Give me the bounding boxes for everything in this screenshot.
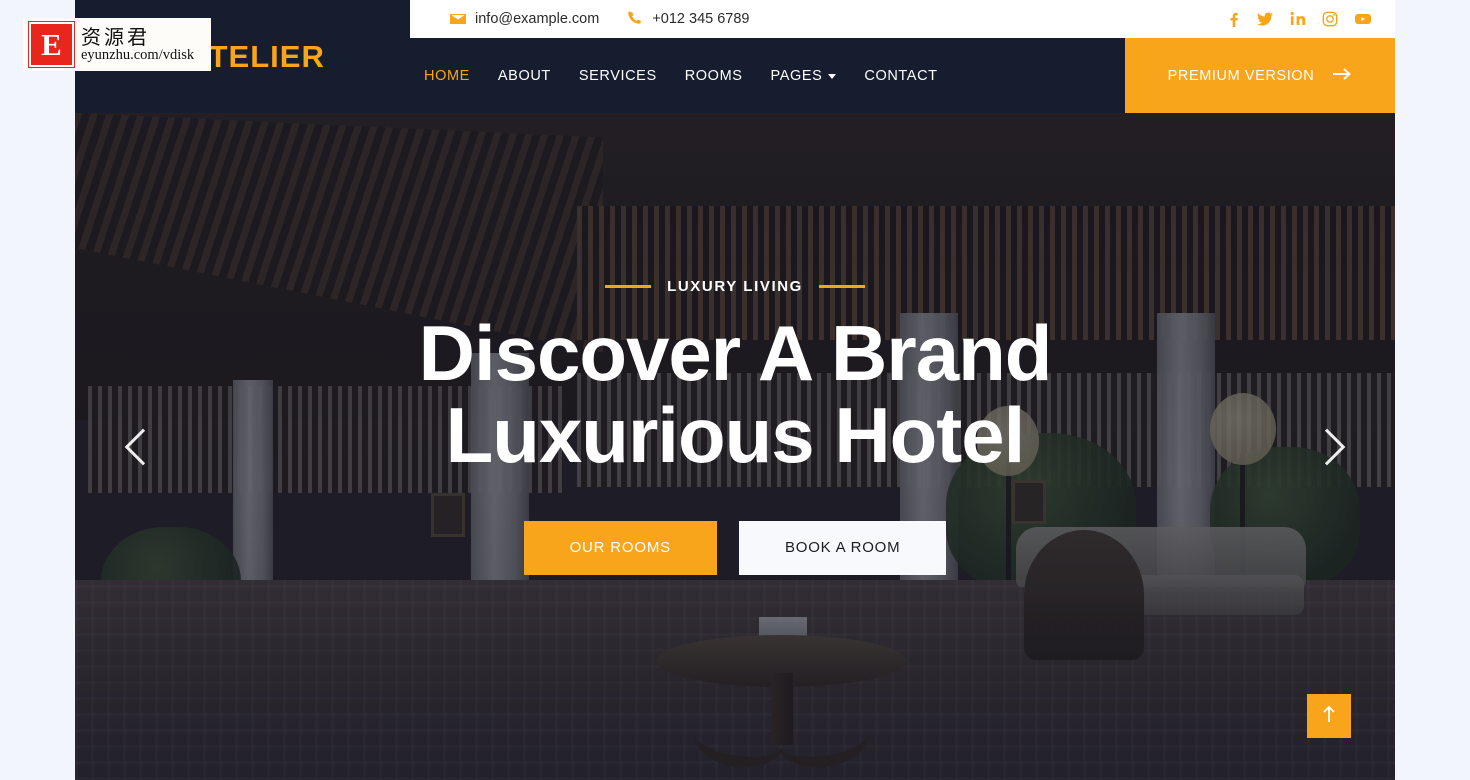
nav-item-rooms-label: ROOMS	[684, 67, 743, 84]
phone-contact[interactable]: +012 345 6789	[627, 11, 750, 27]
email-contact[interactable]: info@example.com	[450, 11, 599, 27]
hero-eyebrow: LUXURY LIVING	[605, 278, 865, 295]
hero-buttons: OUR ROOMS BOOK A ROOM	[523, 520, 947, 575]
facebook-icon[interactable]	[1225, 11, 1241, 27]
instagram-icon[interactable]	[1322, 11, 1338, 27]
top-bar-inner: info@example.com +012 345 6789	[410, 0, 1395, 38]
nav-item-services-label: SERVICES	[578, 67, 657, 84]
hero-carousel: LUXURY LIVING Discover A Brand Luxurious…	[75, 113, 1395, 780]
nav-links: HOME ABOUT SERVICES ROOMS PAGES CONTACT	[410, 68, 952, 84]
watermark-logo-icon: E	[28, 21, 75, 68]
hero-title-line-2: Luxurious Hotel	[445, 390, 1026, 479]
chevron-right-icon	[1308, 428, 1346, 465]
carousel-next-button[interactable]	[1297, 417, 1357, 477]
book-a-room-button[interactable]: BOOK A ROOM	[738, 520, 947, 575]
eyebrow-line-left	[605, 285, 652, 289]
twitter-icon[interactable]	[1257, 11, 1274, 27]
chevron-left-icon	[124, 428, 162, 465]
nav-item-home-label: HOME	[424, 67, 470, 84]
phone-text: +012 345 6789	[652, 11, 750, 27]
hero-eyebrow-text: LUXURY LIVING	[667, 278, 803, 296]
arrow-right-icon	[1332, 67, 1352, 85]
our-rooms-button[interactable]: OUR ROOMS	[523, 520, 717, 575]
arrow-up-icon	[1321, 704, 1337, 729]
premium-version-label: PREMIUM VERSION	[1167, 67, 1315, 84]
nav-item-home[interactable]: HOME	[410, 68, 484, 84]
carousel-prev-button[interactable]	[113, 417, 173, 477]
hero-title: Discover A Brand Luxurious Hotel	[419, 313, 1053, 475]
social-links	[1225, 11, 1395, 27]
nav-item-services[interactable]: SERVICES	[565, 68, 671, 84]
hero-content: LUXURY LIVING Discover A Brand Luxurious…	[75, 113, 1395, 780]
envelope-icon	[450, 11, 466, 27]
nav-item-about-label: ABOUT	[497, 67, 551, 84]
watermark-brand-cn: 资源君	[81, 24, 150, 49]
youtube-icon[interactable]	[1354, 11, 1372, 27]
watermark-text: 资源君 eyunzhu.com/vdisk	[81, 26, 194, 64]
watermark-url: eyunzhu.com/vdisk	[81, 46, 195, 63]
watermark-badge: E 资源君 eyunzhu.com/vdisk	[23, 18, 211, 71]
nav-item-contact[interactable]: CONTACT	[850, 68, 951, 84]
premium-version-button[interactable]: PREMIUM VERSION	[1125, 38, 1395, 113]
nav-item-about[interactable]: ABOUT	[484, 68, 565, 84]
hero-title-line-1: Discover A Brand	[418, 309, 1053, 398]
eyebrow-line-right	[818, 285, 865, 289]
contact-group: info@example.com +012 345 6789	[450, 11, 750, 27]
linkedin-icon[interactable]	[1290, 11, 1306, 27]
page-root: info@example.com +012 345 6789 HOTELIER …	[0, 0, 1470, 780]
chevron-down-icon	[828, 74, 837, 79]
site-content: info@example.com +012 345 6789 HOTELIER …	[75, 0, 1395, 780]
nav-item-rooms[interactable]: ROOMS	[671, 68, 757, 84]
nav-item-contact-label: CONTACT	[864, 67, 938, 84]
phone-icon	[627, 11, 643, 27]
back-to-top-button[interactable]	[1307, 694, 1351, 738]
nav-item-pages-label: PAGES	[770, 67, 823, 84]
nav-item-pages[interactable]: PAGES	[757, 68, 851, 84]
email-text: info@example.com	[475, 11, 600, 27]
